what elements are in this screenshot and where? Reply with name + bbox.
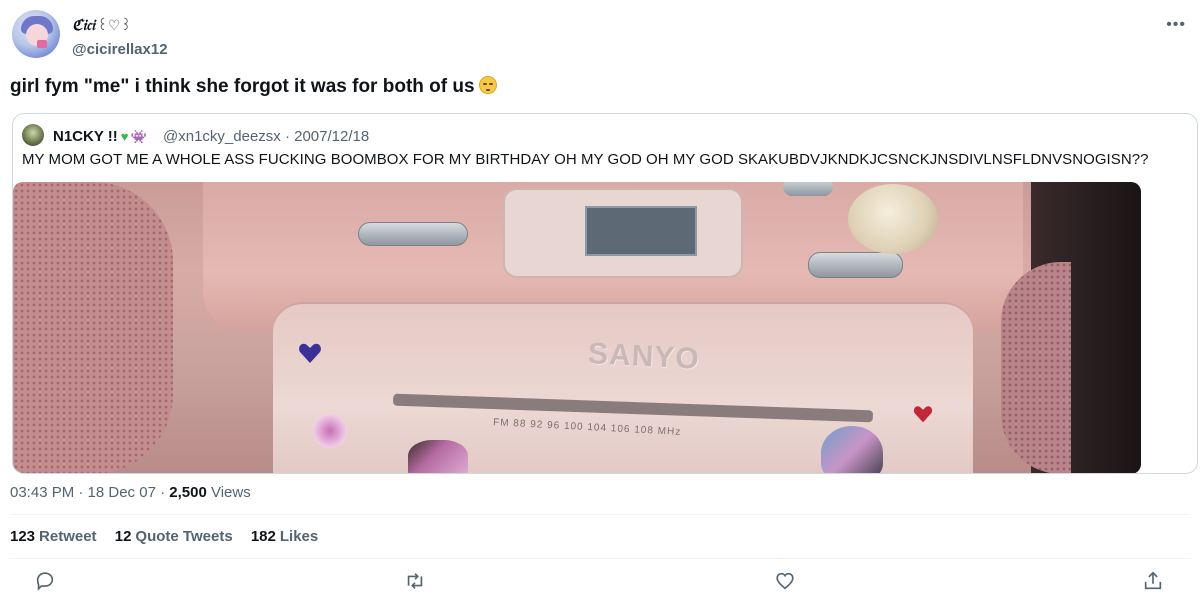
author-display-name[interactable]: ℭ𝔦𝔠𝔦 ꒰♡꒱ [72, 16, 131, 34]
quoted-author-name: N1CKY !! ♥ 👾 [53, 128, 147, 145]
quoted-author-avatar [22, 124, 44, 146]
boombox-brand: SANYO [587, 337, 701, 376]
tweet-text-content: girl fym "me" i think she forgot it was … [10, 76, 475, 97]
tweet-timestamp-row: 03:43 PM · 18 Dec 07 · 2,500 Views [10, 484, 251, 501]
reply-icon[interactable] [34, 570, 58, 594]
boombox-volume-knob [848, 184, 938, 254]
quoted-author-name-text: N1CKY !! [53, 128, 118, 145]
quoted-author-meta: @xn1cky_deezsx · 2007/12/18 [163, 128, 370, 145]
likes-count: 182 [250, 528, 276, 545]
author-display-name-text: ℭ𝔦𝔠𝔦 [72, 16, 95, 34]
quoted-tweet-card[interactable]: N1CKY !! ♥ 👾 @xn1cky_deezsx · 2007/12/18 M… [12, 113, 1198, 474]
boombox-left-speaker [13, 182, 173, 473]
author-display-name-deco: ꒰♡꒱ [96, 18, 132, 34]
boombox-lcd [585, 206, 697, 256]
tweet-text: girl fym "me" i think she forgot it was … [10, 76, 497, 98]
boombox-right-button [808, 252, 903, 278]
likes-label: Likes [279, 528, 319, 545]
quotes-label: Quote Tweets [135, 528, 233, 545]
more-icon[interactable]: ••• [1166, 16, 1186, 34]
author-avatar[interactable] [12, 10, 60, 58]
tweet-actions [0, 570, 1200, 598]
red-heart-sticker-icon [913, 406, 933, 423]
likes-stat[interactable]: 182 Likes [251, 528, 318, 545]
retweets-label: Retweet [39, 528, 97, 545]
green-heart-icon: ♥ [120, 129, 129, 144]
like-icon[interactable] [774, 570, 798, 594]
retweets-stat[interactable]: 123 Retweet [10, 528, 97, 545]
boombox-right-speaker [1001, 262, 1071, 473]
blue-heart-sticker-icon [299, 343, 321, 363]
alien-monster-icon: 👾 [130, 129, 147, 144]
author-handle[interactable]: @cicirellax12 [72, 41, 168, 58]
share-icon[interactable] [1142, 570, 1166, 594]
tweet-header: ℭ𝔦𝔠𝔦 ꒰♡꒱ @cicirellax12 ••• [10, 8, 1190, 64]
boombox-repeat-button [358, 222, 468, 246]
round-sticker [313, 414, 347, 448]
retweet-icon[interactable] [404, 570, 428, 594]
avatar-bow [37, 40, 47, 48]
boombox-top-button [783, 182, 833, 196]
divider-top [10, 514, 1190, 515]
retweets-count: 123 [10, 528, 36, 545]
boombox-display-panel [503, 188, 743, 278]
divider-bottom [10, 558, 1190, 559]
unamused-face-emoji-icon [478, 76, 497, 94]
quoted-tweet-image[interactable]: SANYO FM 88 92 96 100 104 106 108 MHz [13, 182, 1141, 473]
tweet-stats: 123 Retweet 12 Quote Tweets 182 Likes [10, 528, 332, 545]
tweet-timestamp[interactable]: 03:43 PM · 18 Dec 07 · [10, 484, 169, 501]
butterfly-sticker-right [821, 426, 883, 473]
quotes-count: 12 [114, 528, 132, 545]
views-label: Views [206, 484, 251, 501]
quoted-tweet-text: MY MOM GOT ME A WHOLE ASS FUCKING BOOMBO… [22, 151, 1149, 168]
quotes-stat[interactable]: 12 Quote Tweets [115, 528, 233, 545]
butterfly-sticker-left [408, 440, 468, 473]
views-count: 2,500 [169, 484, 207, 501]
